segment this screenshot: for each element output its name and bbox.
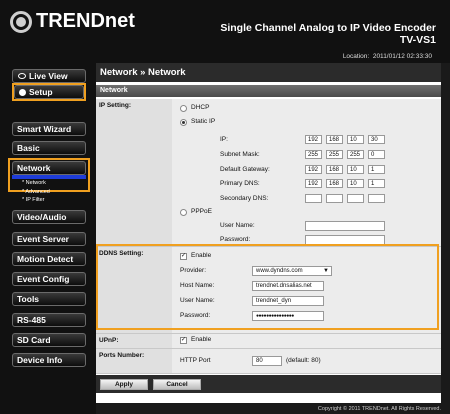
upnp-row: UPnP: ✓ Enable: [96, 334, 441, 349]
primary-dns-octet-3[interactable]: 10: [347, 179, 364, 188]
ip-octet-4[interactable]: 30: [368, 135, 385, 144]
location-bar: Location: 2011/01/12 02:33:30: [342, 53, 432, 60]
ip-octet-2[interactable]: 168: [326, 135, 343, 144]
location-time: 2011/01/12 02:33:30: [372, 53, 432, 60]
gear-icon: [19, 89, 26, 96]
subnet-octet-1[interactable]: 255: [305, 150, 322, 159]
live-view-button[interactable]: Live View: [12, 69, 86, 83]
subnet-octet-3[interactable]: 255: [347, 150, 364, 159]
upnp-label: UPnP:: [96, 334, 172, 348]
sidebar-item-smart-wizard[interactable]: Smart Wizard: [12, 122, 86, 136]
pppoe-user-name-input[interactable]: [305, 221, 385, 231]
subnet-octet-4[interactable]: 0: [368, 150, 385, 159]
header: TRENDnet Single Channel Analog to IP Vid…: [0, 0, 450, 63]
ddns-highlight: [96, 244, 439, 330]
sidebar-item-event-config[interactable]: Event Config: [12, 272, 86, 286]
primary-dns-octet-2[interactable]: 168: [326, 179, 343, 188]
gateway-octet-1[interactable]: 192: [305, 165, 322, 174]
sidebar-item-motion-detect[interactable]: Motion Detect: [12, 252, 86, 266]
copyright: Copyright © 2011 TRENDnet. All Rights Re…: [317, 406, 441, 412]
sidebar-item-device-info[interactable]: Device Info: [12, 353, 86, 367]
gateway-octet-4[interactable]: 1: [368, 165, 385, 174]
sub-ip-filter[interactable]: * IP Filter: [22, 197, 45, 203]
secondary-dns-octet-1[interactable]: [305, 194, 322, 203]
ports-row: Ports Number: HTTP Port 80 (default: 80): [96, 349, 441, 374]
sidebar-item-network[interactable]: Network: [12, 161, 86, 175]
http-port-default: (default: 80): [286, 357, 321, 364]
primary-dns-octet-1[interactable]: 192: [305, 179, 322, 188]
logo-mark-icon: [10, 10, 32, 33]
upnp-enable-checkbox[interactable]: ✓: [180, 337, 187, 344]
static-ip-radio[interactable]: [180, 119, 187, 126]
secondary-dns-octet-2[interactable]: [326, 194, 343, 203]
pppoe-radio[interactable]: [180, 209, 187, 216]
gateway-octet-3[interactable]: 10: [347, 165, 364, 174]
sidebar: Live View Setup Smart Wizard Basic Netwo…: [0, 63, 96, 414]
sidebar-item-tools[interactable]: Tools: [12, 292, 86, 306]
gateway-octet-2[interactable]: 168: [326, 165, 343, 174]
sidebar-item-basic[interactable]: Basic: [12, 141, 86, 155]
sub-network[interactable]: * Network: [22, 180, 46, 186]
sidebar-item-event-server[interactable]: Event Server: [12, 232, 86, 246]
section-header: Network: [96, 85, 441, 97]
http-port-input[interactable]: 80: [252, 356, 282, 366]
action-bar: Apply Cancel: [96, 375, 441, 393]
ip-setting-label: IP Setting:: [96, 99, 172, 246]
breadcrumb: Network » Network: [96, 63, 441, 82]
ip-octet-3[interactable]: 10: [347, 135, 364, 144]
dhcp-radio[interactable]: [180, 105, 187, 112]
network-active-bar: [12, 175, 86, 179]
ports-label: Ports Number:: [96, 349, 172, 373]
secondary-dns-octet-3[interactable]: [347, 194, 364, 203]
main-panel: Network » Network Network IP Setting: DH…: [96, 63, 441, 403]
ip-octet-1[interactable]: 192: [305, 135, 322, 144]
sub-advanced[interactable]: * Advanced: [22, 189, 50, 195]
model-name: TV-VS1: [399, 34, 436, 46]
primary-dns-octet-4[interactable]: 1: [368, 179, 385, 188]
product-title: Single Channel Analog to IP Video Encode…: [220, 22, 436, 46]
subnet-octet-2[interactable]: 255: [326, 150, 343, 159]
trendnet-logo: TRENDnet: [10, 10, 135, 33]
secondary-dns-octet-4[interactable]: [368, 194, 385, 203]
ip-setting-row: IP Setting: DHCP Static IP IP: 192 168 1…: [96, 99, 441, 247]
setup-button[interactable]: Setup: [14, 85, 84, 99]
sidebar-item-rs485[interactable]: RS-485: [12, 313, 86, 327]
apply-button[interactable]: Apply: [100, 379, 148, 390]
cancel-button[interactable]: Cancel: [153, 379, 201, 390]
sidebar-item-sd-card[interactable]: SD Card: [12, 333, 86, 347]
eye-icon: [18, 73, 26, 79]
sidebar-item-video-audio[interactable]: Video/Audio: [12, 210, 86, 224]
